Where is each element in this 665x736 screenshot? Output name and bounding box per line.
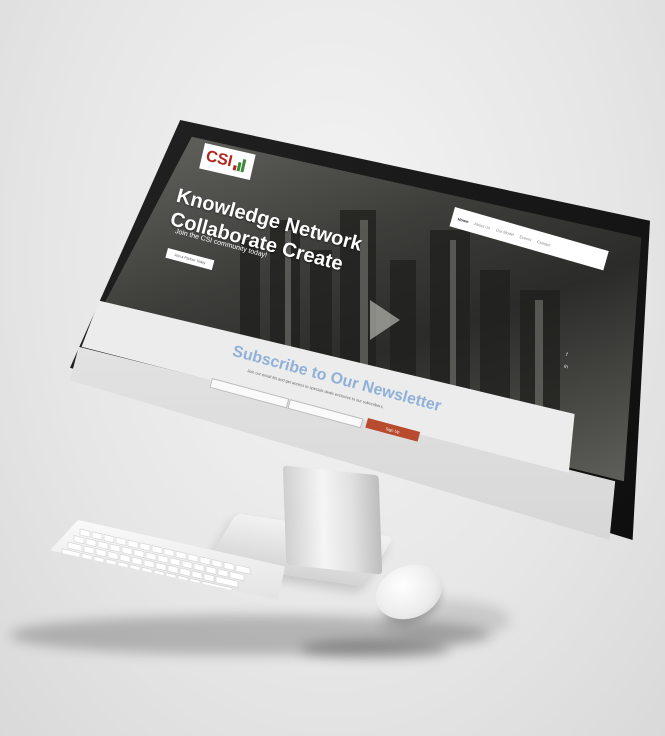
mouse-shadow <box>300 640 450 658</box>
nav-item-about[interactable]: About Us <box>474 221 491 230</box>
logo-bars-icon <box>232 156 246 173</box>
logo-text: CSI <box>204 147 234 171</box>
scene: CSI Home About Us Our Model Events Conta… <box>0 0 665 736</box>
nav-item-model[interactable]: Our Model <box>495 227 514 237</box>
nav-item-home[interactable]: Home <box>457 216 469 224</box>
monitor-stand-neck <box>282 465 383 575</box>
nav-item-events[interactable]: Events <box>519 234 532 242</box>
nav-item-contact[interactable]: Contact <box>537 239 552 248</box>
